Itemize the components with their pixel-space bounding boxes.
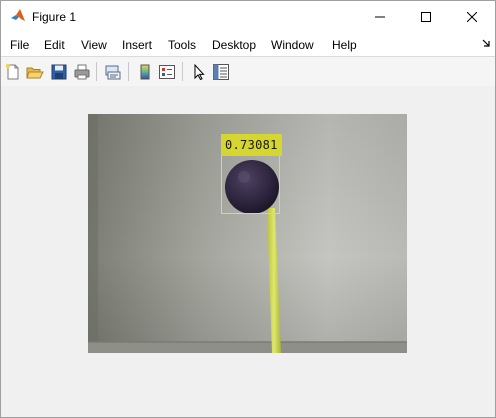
menu-insert[interactable]: Insert	[122, 37, 152, 53]
print-icon[interactable]	[73, 63, 91, 81]
edit-plot-pointer-icon[interactable]	[190, 63, 208, 81]
matlab-logo-icon	[11, 9, 25, 21]
maximize-icon	[421, 11, 431, 22]
image-axes[interactable]: 0.73081	[88, 114, 407, 353]
figure-window: Figure 1 File Edit View Insert Tools Des…	[0, 0, 496, 418]
toolbar-separator	[96, 62, 97, 81]
close-icon	[467, 11, 477, 22]
close-button[interactable]	[449, 1, 495, 32]
new-figure-icon[interactable]	[4, 63, 22, 81]
detection-score-label: 0.73081	[221, 134, 282, 156]
maximize-button[interactable]	[403, 1, 449, 32]
dock-arrow-icon[interactable]	[481, 38, 491, 48]
menu-window[interactable]: Window	[271, 37, 314, 53]
menu-tools[interactable]: Tools	[168, 37, 196, 53]
title-bar[interactable]: Figure 1	[1, 1, 495, 32]
menu-bar: File Edit View Insert Tools Desktop Wind…	[1, 32, 495, 56]
menu-help[interactable]: Help	[332, 37, 357, 53]
minimize-icon	[375, 16, 385, 17]
open-property-inspector-icon[interactable]	[212, 63, 230, 81]
menu-file[interactable]: File	[10, 37, 29, 53]
toolbar-separator	[128, 62, 129, 81]
menu-view[interactable]: View	[81, 37, 107, 53]
detection-bounding-box	[221, 155, 280, 214]
save-icon[interactable]	[50, 63, 68, 81]
figure-toolbar	[1, 56, 495, 87]
minimize-button[interactable]	[357, 1, 403, 32]
menu-edit[interactable]: Edit	[44, 37, 65, 53]
figure-canvas: 0.73081	[1, 86, 495, 417]
window-title: Figure 1	[32, 10, 77, 24]
insert-colorbar-icon[interactable]	[136, 63, 154, 81]
link-plot-icon[interactable]	[104, 63, 122, 81]
menu-desktop[interactable]: Desktop	[212, 37, 256, 53]
toolbar-separator	[182, 62, 183, 81]
insert-legend-icon[interactable]	[158, 63, 176, 81]
open-file-icon[interactable]	[26, 63, 44, 81]
